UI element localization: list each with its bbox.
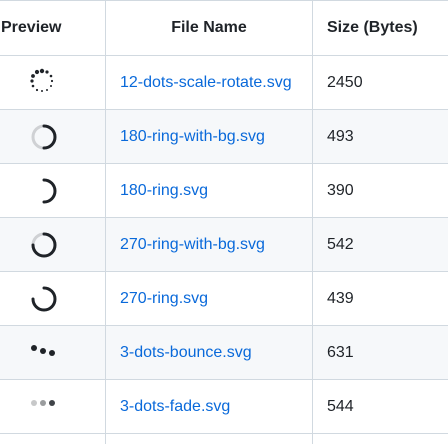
- table-row: 270-ring.svg 439: [0, 272, 448, 326]
- size-cell: 544: [313, 380, 448, 434]
- file-name-cell: 270-ring-with-bg.svg: [106, 218, 313, 272]
- table-header-row: Preview File Name Size (Bytes): [0, 1, 448, 56]
- file-table: Preview File Name Size (Bytes): [0, 0, 448, 444]
- preview-cell: [0, 218, 106, 272]
- size-cell: 631: [313, 326, 448, 380]
- cutoff-cell: [313, 434, 448, 444]
- file-link[interactable]: 12-dots-scale-rotate.svg: [120, 74, 292, 91]
- file-link[interactable]: 180-ring.svg: [120, 182, 208, 199]
- preview-cell: [0, 110, 106, 164]
- file-name-cell: 12-dots-scale-rotate.svg: [106, 56, 313, 110]
- size-cell: 2450: [313, 56, 448, 110]
- size-cell: 542: [313, 218, 448, 272]
- preview-cell: [0, 56, 106, 110]
- file-name-cell: 3-dots-bounce.svg: [106, 326, 313, 380]
- file-link[interactable]: 180-ring-with-bg.svg: [120, 128, 265, 145]
- file-name-cell: 3-dots-fade.svg: [106, 380, 313, 434]
- size-cell: 439: [313, 272, 448, 326]
- 3-dots-fade-icon: [30, 391, 66, 423]
- table-row: 180-ring-with-bg.svg 493: [0, 110, 448, 164]
- cutoff-cell: [106, 434, 313, 444]
- 270-ring-icon: [30, 283, 66, 315]
- 3-dots-bounce-icon: [30, 337, 66, 369]
- table-row-cutoff: [0, 434, 448, 444]
- file-name-cell: 180-ring.svg: [106, 164, 313, 218]
- table-row: 3-dots-bounce.svg 631: [0, 326, 448, 380]
- preview-cell: [0, 272, 106, 326]
- file-link[interactable]: 270-ring.svg: [120, 290, 208, 307]
- file-name-cell: 270-ring.svg: [106, 272, 313, 326]
- 180-ring-icon: [30, 175, 66, 207]
- header-preview: Preview: [0, 1, 106, 56]
- file-name-cell: 180-ring-with-bg.svg: [106, 110, 313, 164]
- preview-cell: [0, 326, 106, 380]
- file-link[interactable]: 3-dots-bounce.svg: [120, 344, 252, 361]
- table-row: 270-ring-with-bg.svg 542: [0, 218, 448, 272]
- table-row: 3-dots-fade.svg 544: [0, 380, 448, 434]
- size-cell: 390: [313, 164, 448, 218]
- size-cell: 493: [313, 110, 448, 164]
- header-size: Size (Bytes): [313, 1, 448, 56]
- table-row: 12-dots-scale-rotate.svg 2450: [0, 56, 448, 110]
- preview-cell: [0, 380, 106, 434]
- 12-dots-scale-rotate-icon: [30, 67, 66, 99]
- file-link[interactable]: 3-dots-fade.svg: [120, 398, 230, 415]
- cutoff-cell: [0, 434, 106, 444]
- preview-cell: [0, 164, 106, 218]
- file-link[interactable]: 270-ring-with-bg.svg: [120, 236, 265, 253]
- table-row: 180-ring.svg 390: [0, 164, 448, 218]
- header-file-name: File Name: [106, 1, 313, 56]
- 180-ring-with-bg-icon: [30, 121, 66, 153]
- 270-ring-with-bg-icon: [30, 229, 66, 261]
